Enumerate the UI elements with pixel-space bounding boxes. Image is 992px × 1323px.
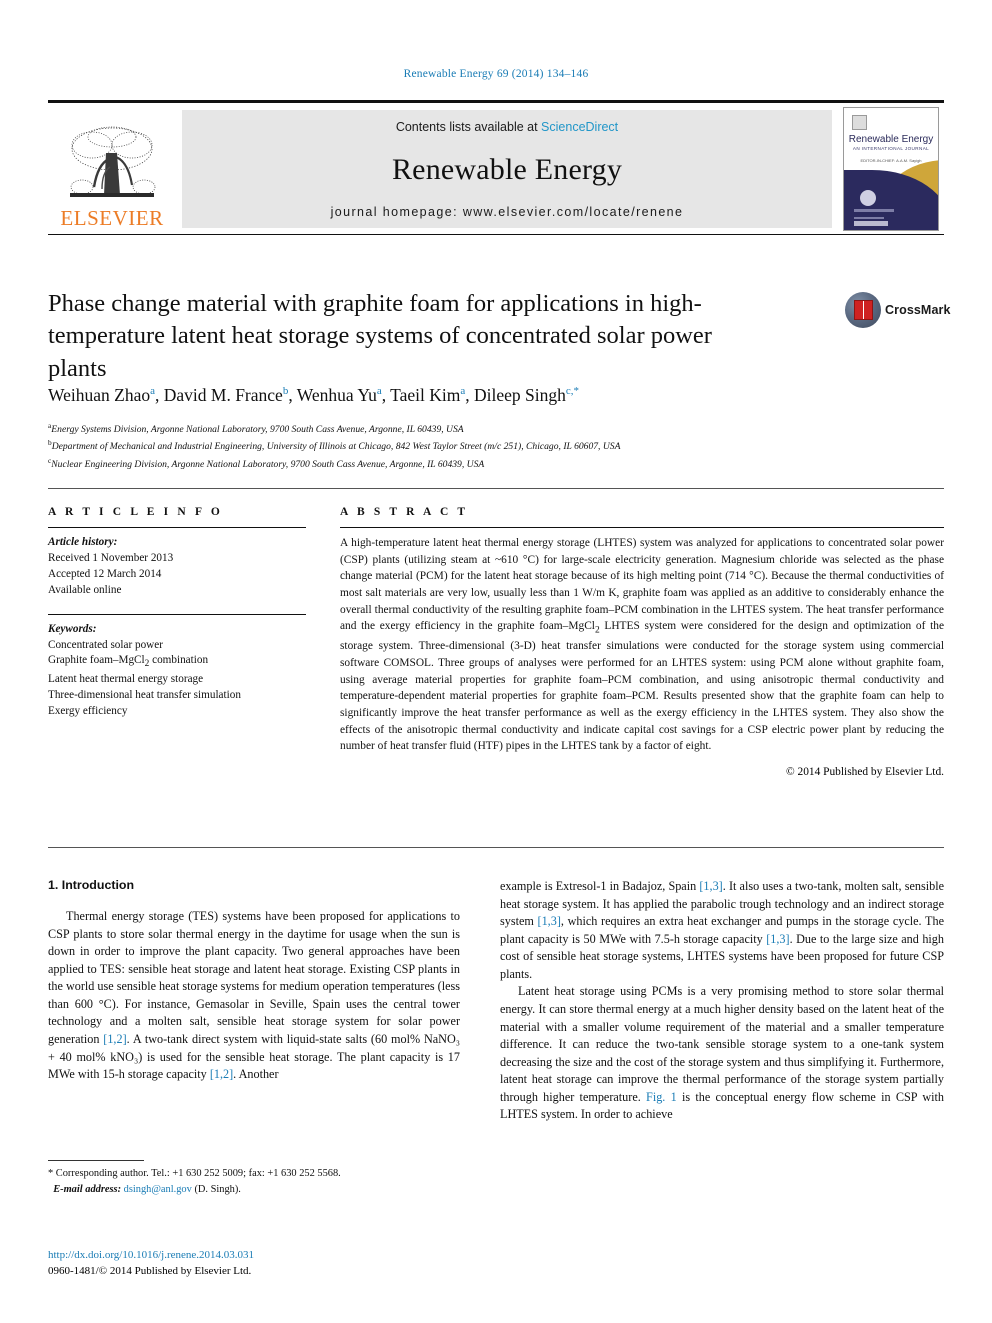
abstract-body-divider [48,847,944,848]
keyword-item: Latent heat thermal energy storage [48,672,204,685]
keyword-item: Concentrated solar power [48,638,163,651]
elsevier-wordmark: ELSEVIER [60,206,164,230]
email-suffix: (D. Singh). [194,1183,241,1195]
journal-homepage-link[interactable]: journal homepage: www.elsevier.com/locat… [331,205,684,219]
affiliation-text: Department of Mechanical and Industrial … [51,441,621,453]
footnote-rule [48,1160,144,1161]
crossmark-label: CrossMark [885,303,951,317]
keyword-item: Exergy efficiency [48,704,128,717]
abstract-text: A high-temperature latent heat thermal e… [340,537,944,753]
email-label: E-mail address: [53,1183,122,1195]
section-heading-introduction: 1. Introduction [48,878,135,892]
history-item: Available online [48,583,122,596]
contents-prefix: Contents lists available at [395,120,542,134]
running-head: Renewable Energy 69 (2014) 134–146 [403,68,589,80]
cover-subtitle: AN INTERNATIONAL JOURNAL [852,146,930,151]
intro-paragraph-left: Thermal energy storage (TES) systems hav… [48,909,461,1082]
corresponding-author-line: * Corresponding author. Tel.: +1 630 252… [48,1168,341,1179]
keyword-item: Graphite foam–MgCl2 combination [48,654,209,670]
article-history-label: Article history: [48,536,118,548]
keywords-label: Keywords: [48,622,97,635]
affiliation-text: Nuclear Engineering Division, Argonne Na… [51,458,485,470]
cover-bar-2 [854,217,884,219]
keyword-item: Three-dimensional heat transfer simulati… [48,688,241,701]
history-item: Received 1 November 2013 [48,551,174,564]
cover-bar-3 [854,221,888,226]
issn-copyright-line: 0960-1481/© 2014 Published by Elsevier L… [48,1264,252,1277]
elsevier-tree-icon [70,126,156,197]
corresponding-author-footnote: * Corresponding author. Tel.: +1 630 252… [48,1166,468,1197]
article-page: Renewable Energy 69 (2014) 134–146 ELSEV… [0,0,992,1323]
abstract-column: A B S T R A C T A high-temperature laten… [340,506,944,778]
info-abstract-divider [48,488,944,489]
abstract-copyright: © 2014 Published by Elsevier Ltd. [786,765,944,778]
journal-title: Renewable Energy [391,152,623,186]
crossmark-icon [845,292,881,328]
crossmark-book-shape [853,300,873,320]
keywords-block: Keywords: Concentrated solar power Graph… [48,622,306,720]
email-line: E-mail address: dsingh@anl.gov (D. Singh… [48,1182,468,1198]
journal-banner: Contents lists available at ScienceDirec… [182,110,832,228]
page-footer: http://dx.doi.org/10.1016/j.renene.2014.… [48,1248,508,1280]
journal-cover-thumbnail[interactable]: Renewable Energy AN INTERNATIONAL JOURNA… [838,107,944,231]
article-info-column: A R T I C L E I N F O Article history: R… [48,506,306,720]
cover-title: Renewable Energy [848,134,934,145]
author-list: Weihuan Zhaoa, David M. Franceb, Wenhua … [48,385,580,405]
abstract-heading: A B S T R A C T [340,506,469,518]
intro-paragraph-right-2: Latent heat storage using PCMs is a very… [500,984,944,1122]
history-item: Accepted 12 March 2014 [48,567,162,580]
article-history-block: Article history: Received 1 November 201… [48,535,306,599]
article-info-rule [48,527,306,528]
keywords-rule [48,613,306,615]
sciencedirect-link[interactable]: ScienceDirect [541,120,618,134]
affiliation-item: aEnergy Systems Division, Argonne Nation… [48,420,878,437]
journal-masthead: ELSEVIER Contents lists available at Sci… [48,100,944,235]
body-column-right: example is Extresol-1 in Badajoz, Spain … [500,878,944,1124]
contents-available-line: Contents lists available at ScienceDirec… [396,120,618,134]
article-info-heading: A R T I C L E I N F O [48,506,223,518]
cover-emblem-icon [860,190,876,206]
cover-bar-1 [854,209,894,212]
email-link[interactable]: dsingh@anl.gov [124,1184,192,1195]
body-column-left: 1. Introduction Thermal energy storage (… [48,878,460,1084]
cover-publisher-mark-icon [852,115,867,130]
crossmark-badge[interactable]: CrossMark [845,288,950,332]
affiliation-item: cNuclear Engineering Division, Argonne N… [48,455,878,472]
affiliation-text: Energy Systems Division, Argonne Nationa… [51,424,464,436]
intro-paragraph-right-1: example is Extresol-1 in Badajoz, Spain … [500,879,944,981]
elsevier-logo: ELSEVIER [48,107,176,231]
article-title: Phase change material with graphite foam… [48,290,712,382]
affiliation-list: aEnergy Systems Division, Argonne Nation… [48,420,878,472]
abstract-rule [340,527,944,528]
doi-link[interactable]: http://dx.doi.org/10.1016/j.renene.2014.… [48,1248,508,1264]
affiliation-item: bDepartment of Mechanical and Industrial… [48,437,878,454]
journal-cover-image: Renewable Energy AN INTERNATIONAL JOURNA… [843,107,939,231]
